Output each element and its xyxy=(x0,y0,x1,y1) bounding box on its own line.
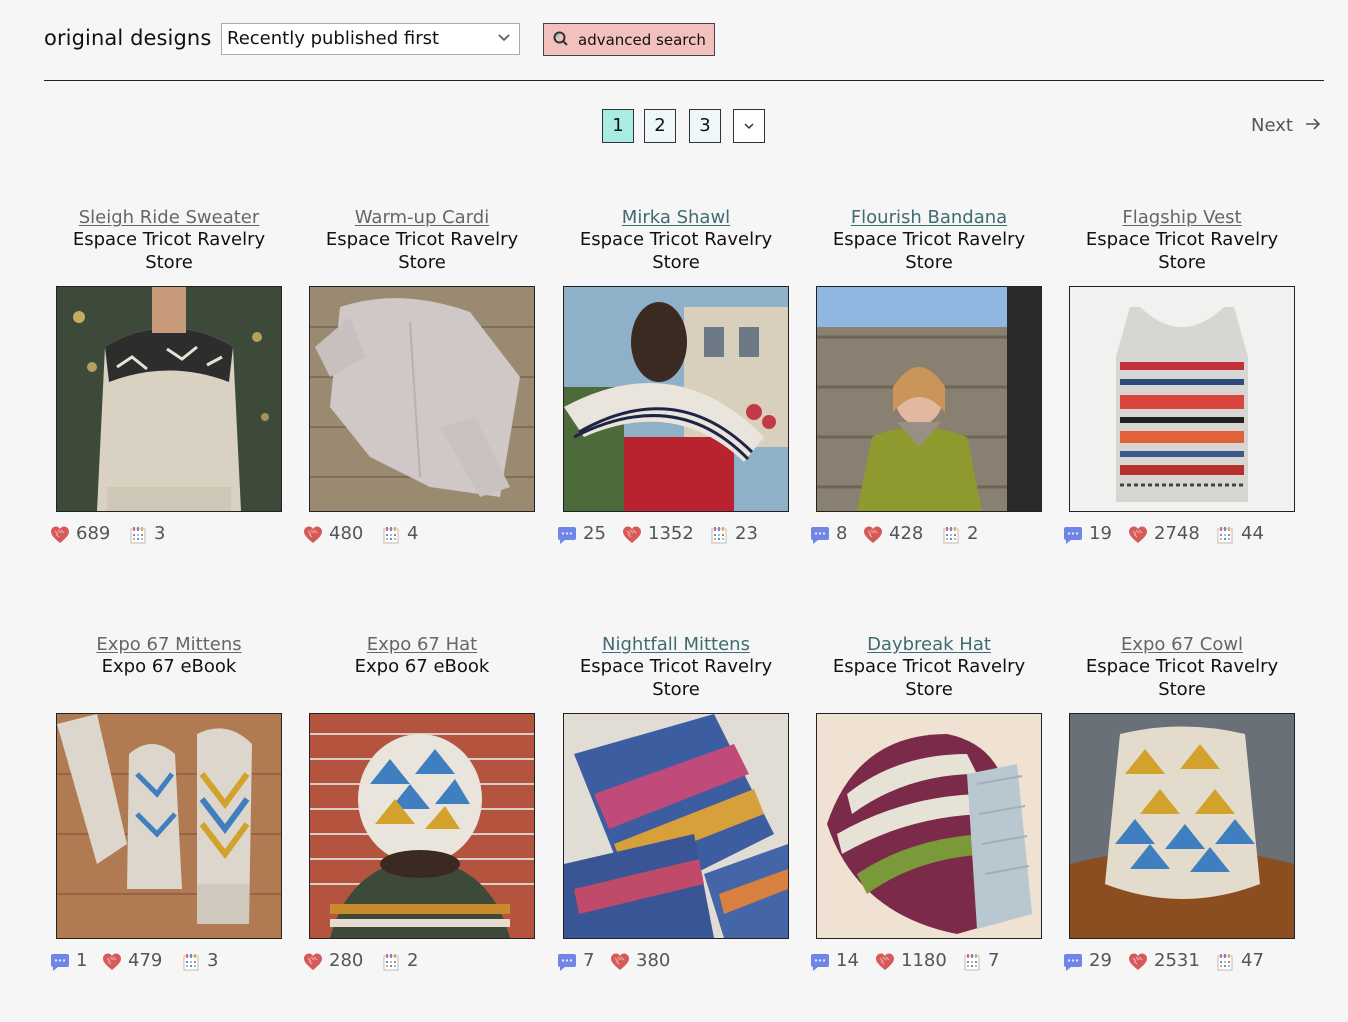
projects-count: 2 xyxy=(407,950,419,971)
next-page-label: Next xyxy=(1251,115,1293,136)
comments-count: 14 xyxy=(836,950,859,971)
chevron-down-icon xyxy=(498,34,510,42)
design-title-link[interactable]: Expo 67 Mittens xyxy=(56,634,282,655)
page-heading: original designs xyxy=(44,26,212,50)
sort-dropdown-value: Recently published first xyxy=(227,28,440,49)
design-source-link[interactable]: Espace Tricot Ravelry Store xyxy=(816,655,1042,701)
design-photo[interactable] xyxy=(563,286,789,512)
design-card: Flagship Vest Espace Tricot Ravelry Stor… xyxy=(1069,207,1295,544)
design-title-link[interactable]: Flagship Vest xyxy=(1069,207,1295,228)
design-card: Warm-up Cardi Espace Tricot Ravelry Stor… xyxy=(309,207,535,544)
sort-dropdown[interactable]: Recently published first xyxy=(221,23,520,55)
design-photo[interactable] xyxy=(309,286,535,512)
design-source-link[interactable]: Espace Tricot Ravelry Store xyxy=(816,228,1042,274)
top-bar: original designs Recently published firs… xyxy=(44,22,1324,58)
design-source-link[interactable]: Espace Tricot Ravelry Store xyxy=(1069,228,1295,274)
design-source-link[interactable]: Espace Tricot Ravelry Store xyxy=(563,655,789,701)
design-photo[interactable] xyxy=(816,286,1042,512)
design-card: Flourish Bandana Espace Tricot Ravelry S… xyxy=(816,207,1042,544)
hearts-count: 1180 xyxy=(901,950,947,971)
chevron-down-icon xyxy=(744,123,754,130)
more-pages-button[interactable] xyxy=(733,109,765,143)
comments-count: 29 xyxy=(1089,950,1112,971)
design-card: Expo 67 Cowl Espace Tricot Ravelry Store… xyxy=(1069,634,1295,971)
design-card: Daybreak Hat Espace Tricot Ravelry Store… xyxy=(816,634,1042,971)
design-photo[interactable] xyxy=(56,713,282,939)
design-title-link[interactable]: Nightfall Mittens xyxy=(563,634,789,655)
arrow-right-icon xyxy=(1305,118,1320,130)
hearts-count: 2531 xyxy=(1154,950,1200,971)
hearts-count: 480 xyxy=(329,523,364,544)
design-card: Nightfall Mittens Espace Tricot Ravelry … xyxy=(563,634,789,971)
design-photo[interactable] xyxy=(56,286,282,512)
hearts-count: 428 xyxy=(889,523,924,544)
design-title-link[interactable]: Mirka Shawl xyxy=(563,207,789,228)
design-source-link[interactable]: Espace Tricot Ravelry Store xyxy=(56,228,282,274)
design-photo[interactable] xyxy=(1069,713,1295,939)
comments-count: 25 xyxy=(583,523,606,544)
projects-count: 47 xyxy=(1241,950,1264,971)
projects-count: 44 xyxy=(1241,523,1264,544)
hearts-count: 689 xyxy=(76,523,111,544)
page-1-button[interactable]: 1 xyxy=(602,109,634,143)
design-title-link[interactable]: Flourish Bandana xyxy=(816,207,1042,228)
projects-count: 3 xyxy=(154,523,166,544)
design-title-link[interactable]: Daybreak Hat xyxy=(816,634,1042,655)
comments-count: 8 xyxy=(836,523,848,544)
hearts-count: 280 xyxy=(329,950,364,971)
hearts-count: 380 xyxy=(636,950,671,971)
design-title-link[interactable]: Sleigh Ride Sweater xyxy=(56,207,282,228)
design-source-link[interactable]: Expo 67 eBook xyxy=(56,655,282,678)
projects-count: 2 xyxy=(967,523,979,544)
comments-count: 19 xyxy=(1089,523,1112,544)
page-3-button[interactable]: 3 xyxy=(689,109,721,143)
projects-count: 4 xyxy=(407,523,419,544)
projects-count: 23 xyxy=(735,523,758,544)
search-icon xyxy=(553,31,568,46)
projects-count: 3 xyxy=(207,950,219,971)
design-card: Sleigh Ride Sweater Espace Tricot Ravelr… xyxy=(56,207,282,544)
hearts-count: 2748 xyxy=(1154,523,1200,544)
design-title-link[interactable]: Expo 67 Hat xyxy=(309,634,535,655)
design-card: Mirka Shawl Espace Tricot Ravelry Store … xyxy=(563,207,789,544)
design-photo[interactable] xyxy=(309,713,535,939)
design-source-link[interactable]: Espace Tricot Ravelry Store xyxy=(309,228,535,274)
design-source-link[interactable]: Espace Tricot Ravelry Store xyxy=(1069,655,1295,701)
design-photo[interactable] xyxy=(1069,286,1295,512)
design-title-link[interactable]: Expo 67 Cowl xyxy=(1069,634,1295,655)
hearts-count: 479 xyxy=(128,950,163,971)
advanced-search-label: advanced search xyxy=(578,31,706,49)
design-photo[interactable] xyxy=(816,713,1042,939)
hearts-count: 1352 xyxy=(648,523,694,544)
comments-count: 1 xyxy=(76,950,88,971)
next-page-link[interactable]: Next xyxy=(1251,115,1321,136)
design-title-link[interactable]: Warm-up Cardi xyxy=(309,207,535,228)
projects-count: 7 xyxy=(988,950,1000,971)
design-source-link[interactable]: Espace Tricot Ravelry Store xyxy=(563,228,789,274)
design-photo[interactable] xyxy=(563,713,789,939)
advanced-search-button[interactable]: advanced search xyxy=(543,23,715,56)
page-2-button[interactable]: 2 xyxy=(644,109,676,143)
design-source-link[interactable]: Expo 67 eBook xyxy=(309,655,535,678)
comments-count: 7 xyxy=(583,950,595,971)
design-card: Expo 67 Hat Expo 67 eBook 280 2 xyxy=(309,634,535,971)
design-card: Expo 67 Mittens Expo 67 eBook 1 479 3 xyxy=(56,634,282,971)
header-divider xyxy=(44,80,1324,81)
